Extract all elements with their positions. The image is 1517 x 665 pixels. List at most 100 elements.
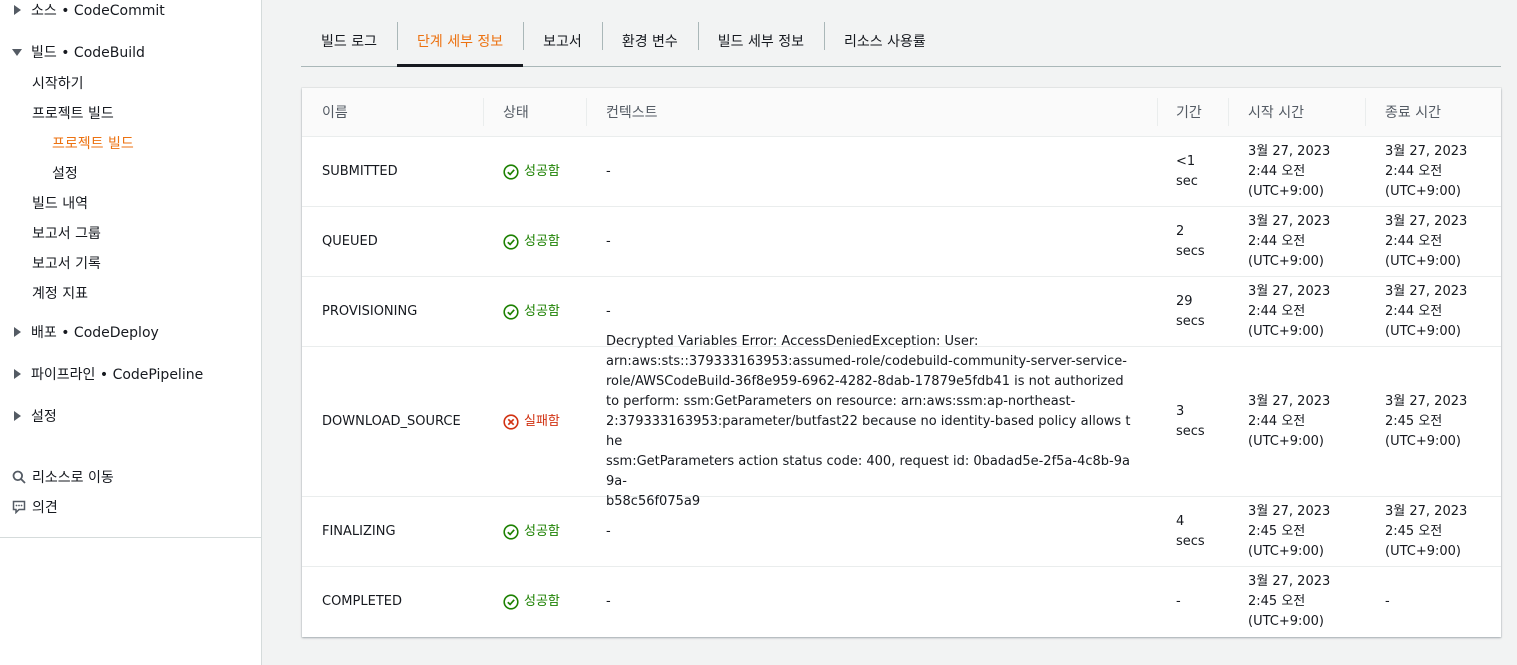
table-row: COMPLETED 성공함 - - 3월 27, 2023 2:45 오전 (UTC… (302, 567, 1501, 637)
tab-resource-utilization[interactable]: 리소스 사용률 (823, 16, 946, 66)
end-timezone: (UTC+9:00) (1385, 253, 1462, 269)
duration-value: 29 (1176, 293, 1193, 309)
start-time: 2:44 오전 (1248, 303, 1306, 319)
sidebar-subitem-settings[interactable]: 설정 (52, 163, 78, 183)
start-time: 2:44 오전 (1248, 413, 1306, 429)
sidebar-item-build-history[interactable]: 빌드 내역 (32, 193, 88, 213)
duration-unit: sec (1176, 173, 1198, 189)
sidebar-item-report-history[interactable]: 보고서 기록 (32, 253, 101, 273)
start-timezone: (UTC+9:00) (1248, 614, 1325, 629)
status-label: 성공함 (524, 523, 560, 539)
check-circle-icon (503, 523, 519, 540)
caret-right-icon (12, 326, 24, 338)
phase-details-table: 이름 상태 컨텍스트 기간 시작 시간 종료 시간 SUBMITTED 성공함 … (302, 88, 1501, 637)
start-time: 2:45 오전 (1248, 523, 1306, 539)
error-message: Decrypted Variables Error: AccessDeniedE… (606, 332, 1138, 512)
tab-build-details[interactable]: 빌드 세부 정보 (697, 16, 824, 66)
start-date: 3월 27, 2023 (1248, 143, 1331, 159)
status-cell: 성공함 (483, 137, 586, 206)
tab-label: 환경 변수 (621, 34, 678, 50)
column-header-duration[interactable]: 기간 (1157, 88, 1228, 136)
status-cell: 성공함 (483, 567, 586, 637)
error-line: to perform: ssm:GetParameters on resourc… (606, 393, 1076, 409)
go-to-resource-link[interactable]: 리소스로 이동 (12, 467, 114, 487)
duration-unit: secs (1176, 423, 1205, 439)
status-badge: 성공함 (503, 522, 560, 542)
duration-unit: secs (1176, 243, 1205, 259)
check-circle-icon (503, 303, 519, 320)
status-badge: 성공함 (503, 162, 560, 182)
nav-section-pipeline[interactable]: 파이프라인 • CodePipeline (12, 364, 203, 384)
tab-label: 보고서 (543, 34, 582, 50)
nav-section-settings[interactable]: 설정 (12, 406, 57, 426)
nav-section-build[interactable]: 빌드 • CodeBuild (12, 42, 145, 62)
start-timezone: (UTC+9:00) (1248, 183, 1325, 199)
status-label: 성공함 (524, 233, 560, 249)
nav-section-source[interactable]: 소스 • CodeCommit (12, 0, 165, 20)
sidebar-item-report-groups[interactable]: 보고서 그룹 (32, 223, 101, 243)
tab-reports[interactable]: 보고서 (523, 16, 602, 66)
end-timezone: (UTC+9:00) (1385, 433, 1462, 449)
column-header-status[interactable]: 상태 (483, 88, 586, 136)
context-cell: Decrypted Variables Error: AccessDeniedE… (586, 334, 1156, 509)
column-header-start-time[interactable]: 시작 시간 (1228, 88, 1365, 136)
start-time-cell: 3월 27, 2023 2:44 오전 (UTC+9:00) (1228, 207, 1365, 276)
column-header-end-time[interactable]: 종료 시간 (1365, 88, 1501, 136)
check-circle-icon (503, 594, 519, 610)
status-cell: 성공함 (483, 497, 586, 566)
phase-name: SUBMITTED (322, 163, 398, 179)
tab-label: 리소스 사용률 (843, 34, 926, 50)
duration-cell: <1 sec (1157, 137, 1228, 206)
start-date: 3월 27, 2023 (1248, 213, 1331, 229)
tab-label: 빌드 로그 (321, 34, 377, 50)
end-time-cell: - (1385, 594, 1390, 609)
tab-label: 단계 세부 정보 (416, 34, 504, 50)
duration-cell: - (1176, 594, 1181, 609)
nav-section-deploy[interactable]: 배포 • CodeDeploy (12, 322, 159, 342)
nav-section-label: 배포 • CodeDeploy (31, 325, 159, 341)
error-line: 2:379333163953:parameter/butfast22 becau… (606, 413, 1131, 449)
column-header-context[interactable]: 컨텍스트 (586, 88, 1157, 136)
start-time-cell: 3월 27, 2023 2:44 오전 (UTC+9:00) (1228, 347, 1365, 496)
duration-cell: 29 secs (1157, 277, 1228, 346)
end-time-cell: 3월 27, 2023 2:45 오전 (UTC+9:00) (1365, 497, 1501, 566)
sidebar-divider (0, 537, 261, 538)
table-row: QUEUED 성공함 - 2 secs 3월 27, 2023 2:44 오전 (UT… (302, 207, 1501, 277)
duration-value: 4 (1176, 513, 1185, 529)
sidebar: 소스 • CodeCommit 빌드 • CodeBuild 시작하기 프로젝트… (0, 0, 262, 665)
start-date: 3월 27, 2023 (1248, 503, 1331, 519)
tab-environment-variables[interactable]: 환경 변수 (601, 16, 698, 66)
context-cell: - (606, 594, 611, 609)
end-time: 2:44 오전 (1385, 233, 1443, 249)
context-cell: - (606, 523, 611, 539)
nav-section-label: 파이프라인 • CodePipeline (31, 367, 204, 383)
start-timezone: (UTC+9:00) (1248, 433, 1325, 449)
phase-name: PROVISIONING (322, 303, 418, 319)
end-time-cell: 3월 27, 2023 2:44 오전 (UTC+9:00) (1365, 137, 1501, 206)
sidebar-subitem-build-projects[interactable]: 프로젝트 빌드 (52, 133, 134, 153)
status-cell: 성공함 (483, 277, 586, 346)
caret-down-icon (12, 46, 24, 58)
end-date: 3월 27, 2023 (1385, 393, 1468, 409)
feedback-link[interactable]: 의견 (12, 497, 58, 517)
start-date: 3월 27, 2023 (1248, 393, 1331, 409)
tab-build-logs[interactable]: 빌드 로그 (301, 16, 397, 66)
error-line: Decrypted Variables Error: AccessDeniedE… (606, 333, 979, 349)
end-time: 2:45 오전 (1385, 413, 1443, 429)
sidebar-item-build-projects[interactable]: 프로젝트 빌드 (32, 103, 114, 123)
duration-unit: secs (1176, 313, 1205, 329)
status-cell: 성공함 (483, 207, 586, 276)
end-time: 2:44 오전 (1385, 163, 1443, 179)
end-time: 2:44 오전 (1385, 303, 1443, 319)
end-time-cell: 3월 27, 2023 2:45 오전 (UTC+9:00) (1365, 347, 1501, 496)
sidebar-item-account-metrics[interactable]: 계정 지표 (32, 283, 88, 303)
status-badge: 실패함 (503, 412, 560, 432)
phase-name: FINALIZING (322, 523, 396, 539)
column-header-name[interactable]: 이름 (302, 88, 483, 136)
status-badge: 성공함 (503, 592, 560, 612)
feedback-label: 의견 (32, 500, 58, 516)
start-time-cell: 3월 27, 2023 2:44 오전 (UTC+9:00) (1228, 277, 1365, 346)
start-date: 3월 27, 2023 (1248, 283, 1331, 299)
sidebar-item-getting-started[interactable]: 시작하기 (32, 73, 84, 93)
tab-phase-details[interactable]: 단계 세부 정보 (396, 16, 524, 67)
